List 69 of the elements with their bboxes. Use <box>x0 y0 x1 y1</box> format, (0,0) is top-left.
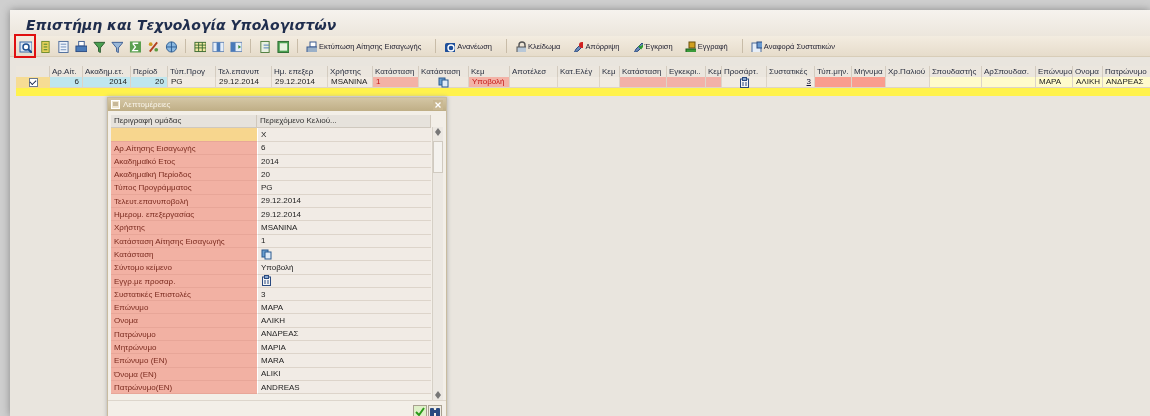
refresh-icon <box>444 40 456 52</box>
field-value: Υποβολή <box>257 261 431 275</box>
close-icon <box>435 101 441 108</box>
up-arrow-icon <box>435 127 441 132</box>
field-label: Ακαδημαϊκή Περίοδος <box>111 168 257 182</box>
pencil-icon <box>572 40 584 52</box>
field-label: Χρήστης <box>111 221 257 235</box>
clipboard-icon <box>738 76 750 88</box>
printer-icon <box>306 40 317 52</box>
toolbar-button[interactable] <box>275 38 291 54</box>
columns-icon <box>212 39 224 53</box>
funnel-icon <box>93 39 105 53</box>
field-value: ΜΑΡΑ <box>257 301 431 315</box>
field-value: MARA <box>257 354 431 368</box>
magnifier-icon <box>18 39 32 53</box>
documents-icon <box>438 76 449 88</box>
field-label: Ημερομ. επεξεργασίας <box>111 208 257 222</box>
field-value: 20 <box>257 168 431 182</box>
stamp-icon <box>684 40 696 52</box>
columns-icon <box>230 39 242 53</box>
field-value: ΑΛΙΚΗ <box>257 314 431 328</box>
field-label: Επώνυμο <box>111 301 257 315</box>
document-icon <box>39 39 51 53</box>
field-label: Επώνυμο (EN) <box>111 354 257 368</box>
down-arrow-icon <box>435 132 441 137</box>
scrollbar-thumb[interactable] <box>433 141 443 173</box>
documents-icon <box>261 248 272 260</box>
table-cell: 20 <box>131 77 168 88</box>
report-icon <box>750 40 762 52</box>
globe-icon <box>165 39 177 53</box>
page-icon <box>57 39 69 53</box>
clipboard-icon <box>261 275 272 287</box>
dialog-title: Λεπτομέρειες <box>123 100 171 109</box>
printer-icon <box>75 39 87 53</box>
column-header: Περιεχόμενο Κελιού... <box>257 115 431 128</box>
table-cell: 6 <box>50 77 83 88</box>
field-value: X <box>257 128 431 142</box>
lock-icon <box>515 40 526 52</box>
percent-icon <box>147 39 159 53</box>
toolbar-button[interactable] <box>73 38 89 54</box>
field-label: Σύντομο κείμενο <box>111 261 257 275</box>
field-value: 29.12.2014 <box>257 208 431 222</box>
link[interactable]: 3 <box>767 77 815 88</box>
field-label: Τύπος Προγράμματος <box>111 181 257 195</box>
table-icon <box>194 39 206 53</box>
funnel-icon <box>111 39 123 53</box>
sum-icon <box>129 39 141 53</box>
field-label: Ονομα <box>111 314 257 328</box>
field-value: ΜΑΡΙΑ <box>257 341 431 355</box>
checkbox[interactable] <box>28 78 38 87</box>
field-label: Μητρώνυμο <box>111 341 257 355</box>
down-arrow-icon <box>435 395 441 400</box>
up-arrow-icon <box>435 390 441 395</box>
table-cell: 1 <box>373 77 419 88</box>
field-value: MSANINA <box>257 221 431 235</box>
pencil-icon <box>631 40 643 52</box>
window-title: Επιστήμη και Τεχνολογία Υπολογιστών <box>26 17 337 33</box>
spreadsheet-icon <box>277 39 289 53</box>
window-icon <box>111 100 120 109</box>
export-icon <box>259 39 271 53</box>
column-header: Περιγραφή ομάδας <box>111 115 257 128</box>
toolbar-button[interactable] <box>14 34 36 58</box>
toolbar-button[interactable] <box>163 38 179 54</box>
scrollbar[interactable] <box>432 127 443 400</box>
checkmark-icon <box>414 406 426 416</box>
toolbar-button[interactable] <box>55 38 71 54</box>
toolbar-button[interactable] <box>257 38 273 54</box>
table-cell: PG <box>168 77 216 88</box>
field-value: PG <box>257 181 431 195</box>
